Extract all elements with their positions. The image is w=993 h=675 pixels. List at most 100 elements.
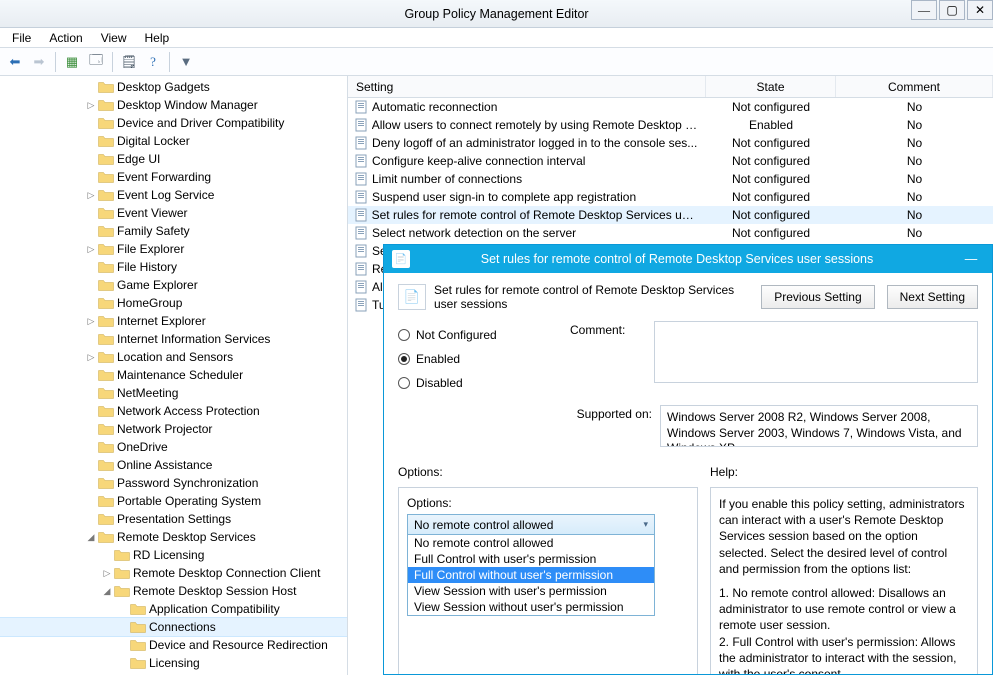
folder-icon xyxy=(98,135,114,148)
expand-icon[interactable]: ▷ xyxy=(84,100,98,111)
dropdown-option[interactable]: View Session with user's permission xyxy=(408,583,654,599)
dropdown-option[interactable]: No remote control allowed xyxy=(408,535,654,551)
tree-item[interactable]: Portable Operating System xyxy=(0,492,347,510)
menu-help[interactable]: Help xyxy=(137,31,178,45)
tree-item[interactable]: NetMeeting xyxy=(0,384,347,402)
radio-label-enabled: Enabled xyxy=(416,352,460,366)
folder-icon xyxy=(98,207,114,220)
properties-icon[interactable]: 🗔 xyxy=(85,51,107,73)
menu-action[interactable]: Action xyxy=(41,31,90,45)
tree-item[interactable]: Game Explorer xyxy=(0,276,347,294)
col-setting[interactable]: Setting xyxy=(348,76,706,97)
folder-tree-icon[interactable]: ▦ xyxy=(61,51,83,73)
forward-icon[interactable]: ➡ xyxy=(28,51,50,73)
tree-item[interactable]: Presentation Settings xyxy=(0,510,347,528)
menu-file[interactable]: File xyxy=(4,31,39,45)
tree-item[interactable]: Desktop Gadgets xyxy=(0,78,347,96)
tree-item[interactable]: HomeGroup xyxy=(0,294,347,312)
expand-icon[interactable]: ▷ xyxy=(84,190,98,201)
back-icon[interactable]: ⬅ xyxy=(4,51,26,73)
list-row[interactable]: Limit number of connectionsNot configure… xyxy=(348,170,993,188)
tree-item[interactable]: Device and Driver Compatibility xyxy=(0,114,347,132)
col-comment[interactable]: Comment xyxy=(836,76,993,97)
tree-item[interactable]: Network Projector xyxy=(0,420,347,438)
policy-small-icon: 📄 xyxy=(398,284,426,310)
tree-item[interactable]: Event Forwarding xyxy=(0,168,347,186)
expand-icon[interactable]: ◢ xyxy=(100,586,114,597)
radio-not-configured[interactable]: Not Configured xyxy=(398,323,558,347)
col-state[interactable]: State xyxy=(706,76,836,97)
list-row[interactable]: Deny logoff of an administrator logged i… xyxy=(348,134,993,152)
expand-icon[interactable]: ▷ xyxy=(100,568,114,579)
setting-name: Set rules for remote control of Remote D… xyxy=(372,208,698,222)
tree-item-label: Family Safety xyxy=(117,224,190,238)
folder-icon xyxy=(98,153,114,166)
dialog-titlebar[interactable]: 📄 Set rules for remote control of Remote… xyxy=(384,245,992,273)
setting-name: Suspend user sign-in to complete app reg… xyxy=(372,190,636,204)
tree-item[interactable]: Application Compatibility xyxy=(0,600,347,618)
tree-item[interactable]: ▷File Explorer xyxy=(0,240,347,258)
tree-item[interactable]: ◢Remote Desktop Services xyxy=(0,528,347,546)
options-dropdown[interactable]: No remote control allowedFull Control wi… xyxy=(407,535,655,616)
dropdown-option[interactable]: Full Control with user's permission xyxy=(408,551,654,567)
window-title: Group Policy Management Editor xyxy=(404,7,588,21)
folder-icon xyxy=(130,657,146,670)
tree-item[interactable]: OneDrive xyxy=(0,438,347,456)
dialog-minimize-icon[interactable]: — xyxy=(958,252,984,266)
tree-item[interactable]: Password Synchronization xyxy=(0,474,347,492)
filter-icon[interactable]: ▼ xyxy=(175,51,197,73)
help-icon[interactable]: ? xyxy=(142,51,164,73)
tree-item[interactable]: Digital Locker xyxy=(0,132,347,150)
expand-icon[interactable]: ◢ xyxy=(84,532,98,543)
tree-item[interactable]: Edge UI xyxy=(0,150,347,168)
tree-item[interactable]: Network Access Protection xyxy=(0,402,347,420)
dialog-subtitle: Set rules for remote control of Remote D… xyxy=(434,283,753,311)
dropdown-option[interactable]: Full Control without user's permission xyxy=(408,567,654,583)
next-setting-button[interactable]: Next Setting xyxy=(887,285,978,309)
tree-item[interactable]: ▷Location and Sensors xyxy=(0,348,347,366)
tree-item-label: Device and Resource Redirection xyxy=(149,638,328,652)
comment-textbox[interactable] xyxy=(654,321,978,383)
list-row[interactable]: Configure keep-alive connection interval… xyxy=(348,152,993,170)
radio-icon xyxy=(398,329,410,341)
list-row[interactable]: Automatic reconnectionNot configuredNo xyxy=(348,98,993,116)
dropdown-option[interactable]: View Session without user's permission xyxy=(408,599,654,615)
tree-item[interactable]: ▷Remote Desktop Connection Client xyxy=(0,564,347,582)
radio-disabled[interactable]: Disabled xyxy=(398,371,558,395)
export-icon[interactable]: 🗒 xyxy=(118,51,140,73)
tree-item[interactable]: Device and Resource Redirection xyxy=(0,636,347,654)
menu-view[interactable]: View xyxy=(93,31,135,45)
tree-item[interactable]: Licensing xyxy=(0,654,347,672)
options-select[interactable]: No remote control allowed ▾ xyxy=(407,514,655,535)
maximize-button[interactable]: ▢ xyxy=(939,0,965,20)
tree-item[interactable]: Event Viewer xyxy=(0,204,347,222)
list-row[interactable]: Allow users to connect remotely by using… xyxy=(348,116,993,134)
setting-state: Not configured xyxy=(706,154,836,168)
tree-item[interactable]: Maintenance Scheduler xyxy=(0,366,347,384)
tree-pane[interactable]: Desktop Gadgets▷Desktop Window ManagerDe… xyxy=(0,76,348,675)
list-row[interactable]: Suspend user sign-in to complete app reg… xyxy=(348,188,993,206)
radio-enabled[interactable]: Enabled xyxy=(398,347,558,371)
close-button[interactable]: ✕ xyxy=(967,0,993,20)
tree-item[interactable]: Family Safety xyxy=(0,222,347,240)
tree-item[interactable]: Online Assistance xyxy=(0,456,347,474)
expand-icon[interactable]: ▷ xyxy=(84,352,98,363)
list-row[interactable]: Set rules for remote control of Remote D… xyxy=(348,206,993,224)
tree-item[interactable]: ◢Remote Desktop Session Host xyxy=(0,582,347,600)
previous-setting-button[interactable]: Previous Setting xyxy=(761,285,874,309)
tree-item[interactable]: ▷Event Log Service xyxy=(0,186,347,204)
tree-item[interactable]: ▷Internet Explorer xyxy=(0,312,347,330)
minimize-button[interactable]: — xyxy=(911,0,937,20)
folder-icon xyxy=(98,495,114,508)
folder-icon xyxy=(98,477,114,490)
folder-icon xyxy=(130,621,146,634)
tree-item[interactable]: Internet Information Services xyxy=(0,330,347,348)
expand-icon[interactable]: ▷ xyxy=(84,316,98,327)
tree-item[interactable]: Connections xyxy=(0,618,347,636)
folder-icon xyxy=(98,441,114,454)
tree-item[interactable]: ▷Desktop Window Manager xyxy=(0,96,347,114)
list-row[interactable]: Select network detection on the serverNo… xyxy=(348,224,993,242)
tree-item[interactable]: RD Licensing xyxy=(0,546,347,564)
expand-icon[interactable]: ▷ xyxy=(84,244,98,255)
tree-item[interactable]: File History xyxy=(0,258,347,276)
